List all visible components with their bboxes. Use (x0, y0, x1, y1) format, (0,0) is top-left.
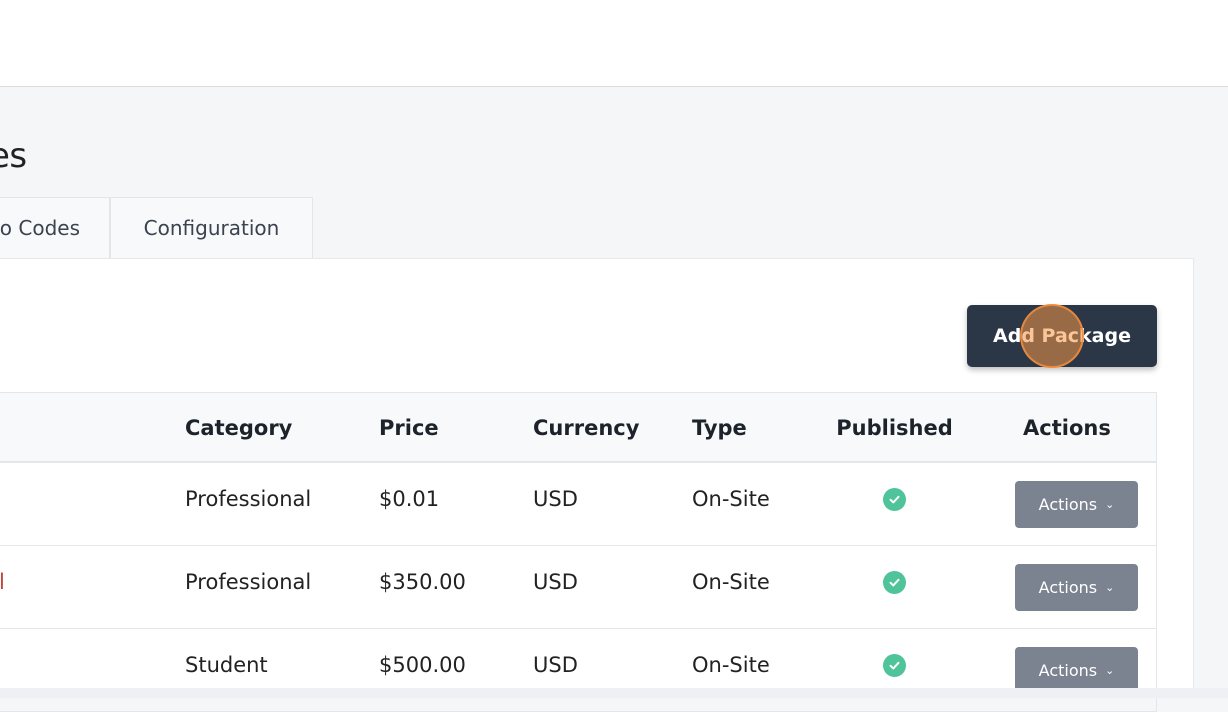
column-header-category[interactable]: Category (185, 393, 292, 462)
table-row: Professional $0.01 USD On-Site Actions ⌄ (0, 463, 1156, 546)
type-cell: On-Site (692, 487, 770, 511)
price-cell: $350.00 (379, 570, 466, 594)
chevron-down-icon: ⌄ (1105, 581, 1115, 594)
price-cell: $0.01 (379, 487, 440, 511)
column-header-type[interactable]: Type (692, 393, 747, 462)
table-header: Category Price Currency Type Published A… (0, 392, 1156, 463)
row-actions-dropdown[interactable]: Actions ⌄ (1015, 564, 1138, 611)
currency-cell: USD (533, 487, 578, 511)
tab-label: o Codes (0, 216, 80, 240)
column-header-published[interactable]: Published (836, 393, 953, 462)
check-circle-icon (883, 570, 906, 594)
top-header-bar (0, 0, 1228, 87)
packages-table: Category Price Currency Type Published A… (0, 392, 1157, 712)
actions-label: Actions (1038, 661, 1098, 680)
table-row: t Student $500.00 USD On-Site Actions ⌄ (0, 629, 1156, 712)
add-package-button[interactable]: Add Package (967, 305, 1157, 367)
actions-label: Actions (1038, 578, 1098, 597)
column-header-actions: Actions (1023, 415, 1111, 440)
actions-label: Actions (1038, 495, 1098, 514)
category-cell: Professional (185, 487, 312, 511)
tab-configuration[interactable]: Configuration (110, 197, 313, 258)
type-cell: On-Site (692, 570, 770, 594)
bottom-strip (0, 688, 1228, 698)
tab-label: Configuration (143, 216, 280, 240)
check-circle-icon (883, 487, 906, 511)
published-cell (837, 546, 952, 618)
published-cell (837, 463, 952, 535)
currency-cell: USD (533, 570, 578, 594)
column-header-currency[interactable]: Currency (533, 393, 639, 462)
page-title: les (0, 136, 27, 176)
check-circle-icon (883, 653, 906, 677)
column-header-price[interactable]: Price (379, 393, 439, 462)
row-actions-dropdown[interactable]: Actions ⌄ (1015, 481, 1138, 528)
chevron-down-icon: ⌄ (1105, 664, 1115, 677)
table-row: onal Professional $350.00 USD On-Site Ac… (0, 546, 1156, 629)
chevron-down-icon: ⌄ (1105, 498, 1115, 511)
category-cell: Professional (185, 570, 312, 594)
row-actions-dropdown[interactable]: Actions ⌄ (1015, 647, 1138, 694)
tab-promo-codes[interactable]: o Codes (0, 197, 110, 258)
package-name-link[interactable]: onal (0, 546, 5, 618)
